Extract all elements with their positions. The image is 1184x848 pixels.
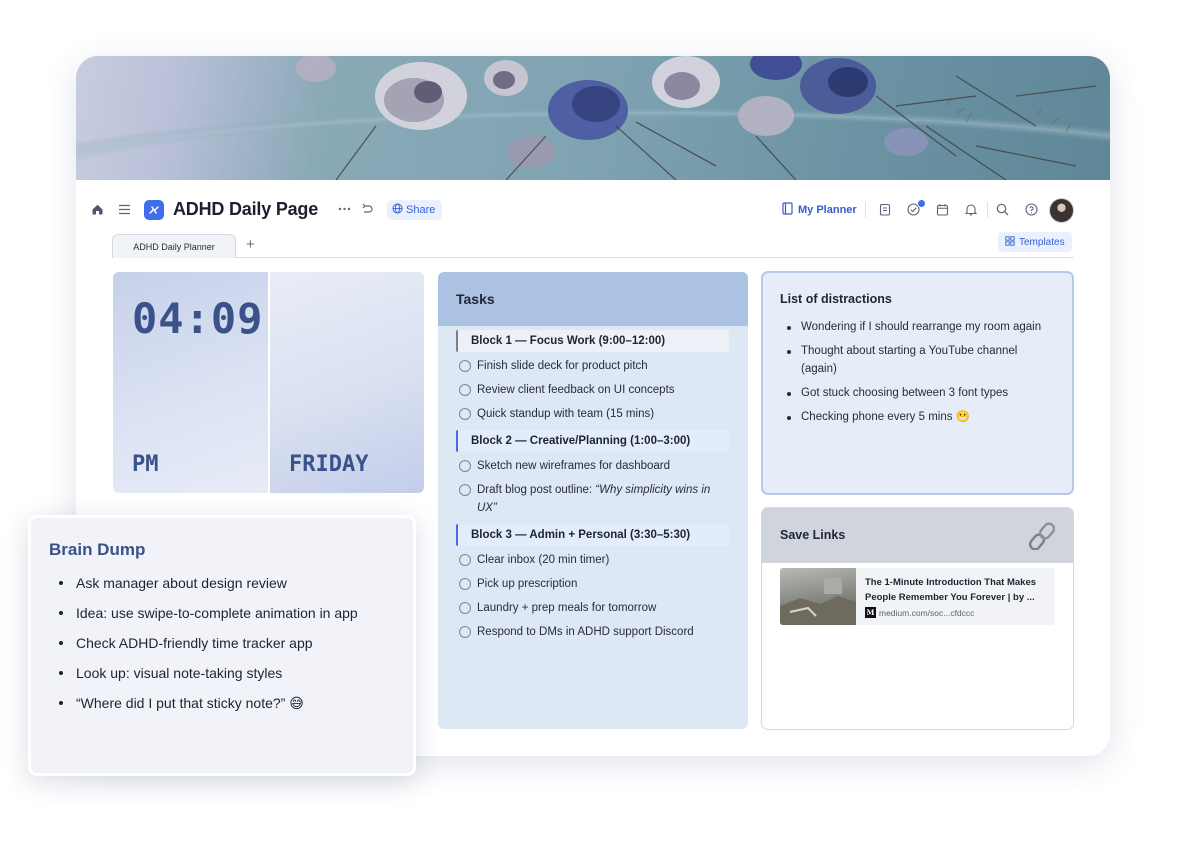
templates-button[interactable]: Templates: [998, 232, 1072, 252]
brain-dump-title: Brain Dump: [49, 540, 146, 559]
divider: [865, 202, 866, 218]
link-source: M medium.com/soc...cfdccc: [865, 607, 974, 618]
home-icon[interactable]: [91, 203, 104, 216]
list-item: Got stuck choosing between 3 font types: [780, 384, 1054, 402]
divider: [987, 202, 988, 218]
list-item: Checking phone every 5 mins 😬: [780, 408, 1054, 426]
chain-link-icon: [1028, 522, 1056, 553]
task-block-label: Block 1 — Focus Work (9:00–12:00): [471, 335, 666, 347]
task-item[interactable]: Draft blog post outline: “Why simplicity…: [459, 481, 721, 517]
list-item: Check ADHD-friendly time tracker app: [49, 633, 413, 663]
task-block-1: Block 1 — Focus Work (9:00–12:00): [456, 330, 729, 352]
clock-time-panel: 04:09 PM: [113, 272, 268, 493]
dried-flowers-illustration: [76, 56, 1110, 180]
tab-strip: ADHD Daily Planner + Templates: [112, 232, 1074, 258]
task-checkbox[interactable]: [459, 602, 471, 614]
help-icon[interactable]: [1025, 203, 1038, 216]
task-item[interactable]: Finish slide deck for product pitch: [459, 357, 748, 375]
clock-ampm: PM: [132, 452, 159, 477]
task-block-3: Block 3 — Admin + Personal (3:30–5:30): [456, 524, 729, 546]
task-checkbox[interactable]: [459, 408, 471, 420]
distractions-card: List of distractions Wondering if I shou…: [761, 271, 1074, 495]
brain-dump-card: Brain Dump Ask manager about design revi…: [28, 515, 416, 776]
task-text: Clear inbox (20 min timer): [477, 554, 610, 566]
list-item: Ask manager about design review: [49, 573, 413, 603]
undo-icon[interactable]: [361, 203, 373, 215]
save-links-title: Save Links: [780, 528, 846, 542]
list-item: Thought about starting a YouTube channel…: [780, 342, 1054, 378]
task-item[interactable]: Respond to DMs in ADHD support Discord: [459, 623, 748, 641]
bell-icon[interactable]: [965, 203, 977, 216]
list-item: “Where did I put that sticky note?” 😅: [49, 693, 413, 723]
clipboard-icon[interactable]: [879, 203, 891, 216]
distractions-title: List of distractions: [780, 292, 892, 306]
task-checkbox[interactable]: [459, 578, 471, 590]
task-text: Pick up prescription: [477, 578, 578, 590]
menu-icon[interactable]: [118, 204, 131, 215]
my-planner-button[interactable]: My Planner: [782, 202, 857, 218]
task-checkbox[interactable]: [459, 554, 471, 566]
task-checkbox[interactable]: [459, 484, 471, 496]
task-text: Review client feedback on UI concepts: [477, 384, 675, 396]
book-icon: [782, 202, 793, 218]
clock-widget: 04:09 PM FRIDAY: [113, 272, 424, 493]
calendar-icon[interactable]: [936, 203, 949, 216]
share-button[interactable]: Share: [387, 200, 443, 220]
user-avatar[interactable]: [1049, 198, 1074, 223]
saved-link-card[interactable]: The 1-Minute Introduction That Makes Peo…: [780, 568, 1055, 625]
task-item[interactable]: Quick standup with team (15 mins): [459, 405, 748, 423]
tab-adhd-daily-planner[interactable]: ADHD Daily Planner: [112, 234, 236, 258]
grid-icon: [1005, 235, 1015, 249]
task-checkbox[interactable]: [459, 384, 471, 396]
brain-dump-list: Ask manager about design review Idea: us…: [49, 573, 413, 723]
search-icon[interactable]: [996, 203, 1009, 216]
task-item[interactable]: Clear inbox (20 min timer): [459, 551, 748, 569]
globe-icon: [392, 203, 403, 217]
task-text: Quick standup with team (15 mins): [477, 408, 655, 420]
task-item[interactable]: Review client feedback on UI concepts: [459, 381, 748, 399]
clock-day: FRIDAY: [289, 452, 369, 477]
task-block-2: Block 2 — Creative/Planning (1:00–3:00): [456, 430, 729, 452]
save-links-header: Save Links: [762, 508, 1073, 563]
clock-time: 04:09: [132, 294, 264, 343]
share-label: Share: [406, 204, 436, 216]
medium-logo-icon: M: [865, 607, 876, 618]
page-title: ADHD Daily Page: [173, 199, 319, 219]
task-text-prefix: Draft blog post outline:: [477, 484, 596, 496]
task-text: Finish slide deck for product pitch: [477, 360, 648, 372]
task-text: Laundry + prep meals for tomorrow: [477, 602, 657, 614]
save-links-card: Save Links The 1-Minute Introduction Tha…: [761, 507, 1074, 730]
add-tab-button[interactable]: +: [246, 236, 255, 253]
task-text: Respond to DMs in ADHD support Discord: [477, 626, 694, 638]
link-thumbnail: [780, 568, 856, 625]
task-item[interactable]: Pick up prescription: [459, 575, 748, 593]
top-bar: ADHD Daily Page Share My Planner: [76, 180, 1110, 238]
task-text: Draft blog post outline: “Why simplicity…: [477, 481, 721, 517]
tasks-title: Tasks: [438, 272, 748, 326]
task-text: Sketch new wireframes for dashboard: [477, 460, 671, 472]
tasks-card: Tasks Block 1 — Focus Work (9:00–12:00) …: [438, 272, 748, 729]
list-item: Idea: use swipe-to-complete animation in…: [49, 603, 413, 633]
task-item[interactable]: Sketch new wireframes for dashboard: [459, 457, 748, 475]
list-item: Look up: visual note-taking styles: [49, 663, 413, 693]
tab-label: ADHD Daily Planner: [133, 241, 215, 252]
notification-dot: [917, 199, 926, 208]
list-item: Wondering if I should rearrange my room …: [780, 318, 1054, 336]
link-url: medium.com/soc...cfdccc: [879, 607, 975, 618]
cover-image: [76, 56, 1110, 180]
clock-day-panel: FRIDAY: [270, 272, 424, 493]
task-item[interactable]: Laundry + prep meals for tomorrow: [459, 599, 748, 617]
task-checkbox[interactable]: [459, 460, 471, 472]
task-block-label: Block 3 — Admin + Personal (3:30–5:30): [471, 529, 691, 541]
templates-label: Templates: [1019, 236, 1065, 248]
more-icon[interactable]: [338, 207, 351, 211]
my-planner-label: My Planner: [798, 204, 857, 216]
task-checkbox[interactable]: [459, 626, 471, 638]
link-title: The 1-Minute Introduction That Makes Peo…: [865, 577, 1037, 603]
task-block-label: Block 2 — Creative/Planning (1:00–3:00): [471, 435, 691, 447]
distractions-list: Wondering if I should rearrange my room …: [780, 318, 1072, 426]
task-checkbox[interactable]: [459, 360, 471, 372]
app-logo-icon: [144, 200, 164, 220]
